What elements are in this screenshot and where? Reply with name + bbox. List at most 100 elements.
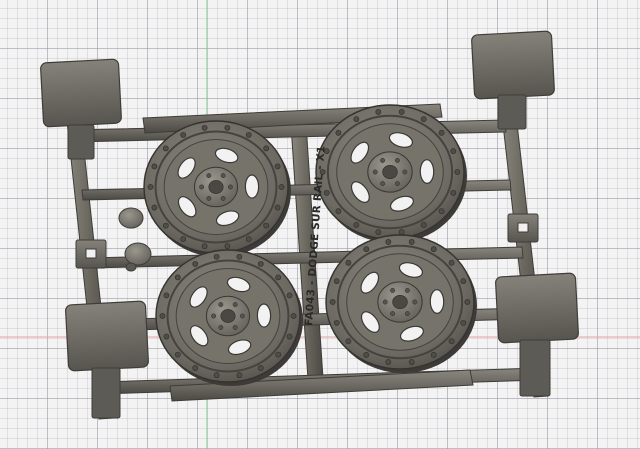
rim-bolt: [450, 148, 457, 155]
rim-bolt: [420, 221, 427, 228]
hub-nut: [206, 173, 212, 179]
rim-bolt: [454, 169, 461, 175]
bracket-bottom-right: [519, 339, 551, 397]
hub-nut: [232, 302, 238, 308]
rim-bolt: [257, 365, 264, 371]
rim-bolt: [192, 365, 199, 371]
rim-bolt: [245, 132, 252, 138]
hub-nut: [404, 287, 410, 293]
left-square-hole: [85, 248, 97, 259]
hub-nut: [372, 169, 378, 175]
rim-bolt: [163, 292, 170, 299]
rim-bolt: [363, 351, 370, 358]
rim-bolt: [274, 163, 281, 170]
rim-bolt: [162, 222, 169, 229]
model-scene: FA043 - DODGE SUR RAIL - X1: [0, 0, 640, 449]
hub-nut: [394, 181, 400, 187]
hub-cap: [208, 180, 224, 194]
rim-bolt: [448, 338, 455, 345]
rim-bolt: [323, 189, 330, 196]
rim-bolt: [290, 313, 297, 319]
rim-bolt: [385, 359, 392, 365]
wheel-top-left: [143, 120, 291, 257]
rim-bolt: [275, 274, 282, 281]
wheel-slot: [429, 289, 445, 314]
rim-bolt: [159, 313, 166, 319]
wheel-top-right: [315, 104, 467, 243]
rim-bolt: [180, 236, 187, 242]
hub-cap: [220, 309, 236, 323]
rim-bolt: [263, 145, 270, 152]
rim-bolt: [450, 189, 457, 196]
hub-nut: [220, 173, 226, 179]
rim-bolt: [263, 222, 270, 229]
rim-bolt: [224, 243, 231, 250]
rim-bolt: [236, 372, 243, 379]
rim-bolt: [151, 204, 158, 211]
cad-viewport[interactable]: FA043 - DODGE SUR RAIL - X1: [0, 0, 640, 449]
rim-bolt: [201, 124, 208, 131]
hub-nut: [239, 313, 245, 319]
rim-bolt: [278, 184, 285, 190]
bracket-bottom-left: [91, 367, 121, 419]
rim-bolt: [257, 261, 264, 267]
rim-bolt: [353, 116, 360, 123]
hub-nut: [211, 313, 217, 319]
rim-bolt: [363, 246, 370, 253]
rim-bolt: [345, 338, 352, 345]
rim-bolt: [201, 243, 208, 250]
rim-bolt: [180, 132, 187, 138]
hub-nut: [402, 169, 408, 175]
small-piece-upper: [118, 207, 144, 229]
rim-bolt: [448, 259, 455, 266]
hub-nut: [218, 324, 224, 330]
rim-bolt: [245, 236, 252, 242]
rim-bolt: [460, 319, 467, 326]
rim-bolt: [398, 229, 405, 235]
small-piece-lower: [124, 242, 152, 266]
hub-nut: [220, 195, 226, 201]
rim-bolt: [151, 163, 158, 170]
rim-bolt: [335, 208, 342, 215]
hub-nut: [382, 299, 388, 305]
hub-nut: [199, 184, 205, 190]
hub-nut: [380, 157, 386, 163]
pad-top-right: [471, 30, 555, 100]
rim-bolt: [375, 109, 382, 115]
rim-bolt: [420, 116, 427, 123]
rim-bolt: [286, 333, 293, 340]
rim-bolt: [275, 351, 282, 358]
hub-nut: [404, 311, 410, 317]
rim-bolt: [333, 319, 340, 326]
pad-bottom-right: [495, 272, 579, 344]
rim-bolt: [464, 299, 471, 305]
rim-bolt: [286, 292, 293, 299]
bracket-top-left: [67, 124, 95, 160]
wheel-slot: [419, 159, 435, 184]
hub-cap: [382, 165, 398, 180]
hub-nut: [232, 324, 238, 330]
rim-bolt: [385, 239, 392, 245]
rim-bolt: [333, 278, 340, 285]
hub-cap: [392, 294, 408, 309]
rim-bolt: [224, 124, 231, 131]
wheel-slot: [256, 303, 272, 328]
rim-bolt: [274, 204, 281, 211]
rim-bolt: [460, 278, 467, 285]
hub-nut: [412, 299, 418, 305]
rim-bolt: [345, 259, 352, 266]
rim-bolt: [438, 208, 445, 215]
rim-bolt: [174, 351, 181, 358]
rim-bolt: [147, 184, 154, 190]
rim-bolt: [162, 145, 169, 152]
hub-nut: [394, 157, 400, 163]
rim-bolt: [430, 351, 437, 358]
pad-bottom-left: [65, 300, 149, 372]
rim-bolt: [335, 129, 342, 136]
rim-bolt: [430, 246, 437, 253]
hub-nut: [380, 181, 386, 187]
rim-bolt: [353, 221, 360, 228]
rim-bolt: [163, 333, 170, 340]
rim-bolt: [213, 372, 220, 379]
rim-bolt: [398, 109, 405, 115]
